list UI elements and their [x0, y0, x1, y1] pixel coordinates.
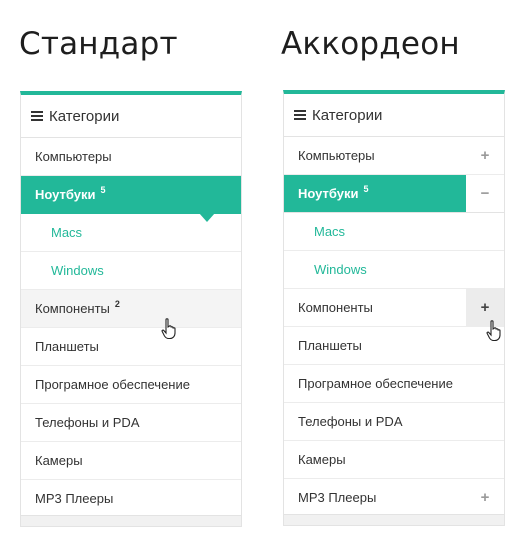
- category-label: MP3 Плееры: [298, 490, 377, 505]
- category-item-phones[interactable]: Телефоны и PDA: [21, 404, 241, 442]
- accordion-item-components[interactable]: Компоненты +: [284, 289, 504, 327]
- category-label: Телефоны и PDA: [298, 414, 403, 429]
- subcategory-label: Macs: [51, 225, 83, 240]
- category-item-computers[interactable]: Компьютеры: [21, 138, 241, 176]
- collapse-minus-icon[interactable]: −: [466, 175, 504, 212]
- category-item-components[interactable]: Компоненты 2: [21, 290, 241, 328]
- category-label: Камеры: [35, 453, 83, 468]
- hand-cursor-icon: [161, 318, 176, 340]
- count-badge: 5: [100, 184, 106, 195]
- panel-footer: [21, 515, 241, 526]
- category-item-tablets[interactable]: Планшеты: [21, 328, 241, 366]
- accordion-item-cameras[interactable]: Камеры: [284, 441, 504, 479]
- category-label: Телефоны и PDA: [35, 415, 140, 430]
- category-label: Компоненты: [298, 300, 373, 315]
- accordion-item-computers[interactable]: Компьютеры +: [284, 137, 504, 175]
- subcategory-label: Windows: [51, 263, 104, 278]
- panel-title: Категории: [312, 106, 383, 124]
- count-badge: 2: [114, 298, 120, 309]
- panel-header: Категории: [21, 95, 241, 138]
- category-label: Ноутбуки: [35, 187, 96, 202]
- accordion-item-tablets[interactable]: Планшеты: [284, 327, 504, 365]
- category-label: Компьютеры: [298, 148, 375, 163]
- accordion-item-software[interactable]: Програмное обеспечение: [284, 365, 504, 403]
- category-item-software[interactable]: Програмное обеспечение: [21, 366, 241, 404]
- active-pointer: [199, 213, 215, 222]
- menu-icon: [31, 111, 43, 121]
- count-badge: 5: [363, 183, 369, 194]
- accordion-item-mp3[interactable]: MP3 Плееры +: [284, 479, 504, 517]
- category-item-cameras[interactable]: Камеры: [21, 442, 241, 480]
- expand-plus-icon[interactable]: +: [466, 479, 504, 516]
- accordion-subitem-windows[interactable]: Windows: [284, 251, 504, 289]
- accordion-category-panel: Категории Компьютеры + Ноутбуки 5 − Macs…: [283, 90, 505, 526]
- accordion-subitem-macs[interactable]: Macs: [284, 213, 504, 251]
- category-label: Планшеты: [35, 339, 99, 354]
- category-label: Камеры: [298, 452, 346, 467]
- panel-footer: [284, 514, 504, 525]
- category-item-mp3[interactable]: MP3 Плееры: [21, 480, 241, 518]
- panel-header: Категории: [284, 94, 504, 137]
- hand-cursor-icon: [486, 320, 501, 342]
- subcategory-label: Macs: [314, 224, 346, 239]
- category-item-laptops[interactable]: Ноутбуки 5: [21, 176, 241, 222]
- category-label: Програмное обеспечение: [298, 376, 453, 391]
- accordion-heading: Аккордеон: [281, 26, 460, 62]
- category-label: Програмное обеспечение: [35, 377, 190, 392]
- subcategory-label: Windows: [314, 262, 367, 277]
- category-label: Планшеты: [298, 338, 362, 353]
- accordion-item-phones[interactable]: Телефоны и PDA: [284, 403, 504, 441]
- subcategory-item-windows[interactable]: Windows: [21, 252, 241, 290]
- standard-category-panel: Категории Компьютеры Ноутбуки 5 Macs Win…: [20, 91, 242, 527]
- accordion-item-laptops[interactable]: Ноутбуки 5 −: [284, 175, 504, 213]
- panel-title: Категории: [49, 107, 120, 125]
- category-label: Компьютеры: [35, 149, 112, 164]
- category-label: MP3 Плееры: [35, 491, 114, 506]
- menu-icon: [294, 110, 306, 120]
- category-label: Компоненты: [35, 301, 110, 316]
- expand-plus-icon[interactable]: +: [466, 137, 504, 174]
- category-label: Ноутбуки: [298, 186, 359, 201]
- category-label-wrap: Ноутбуки 5: [284, 175, 466, 212]
- standard-heading: Стандарт: [19, 26, 178, 62]
